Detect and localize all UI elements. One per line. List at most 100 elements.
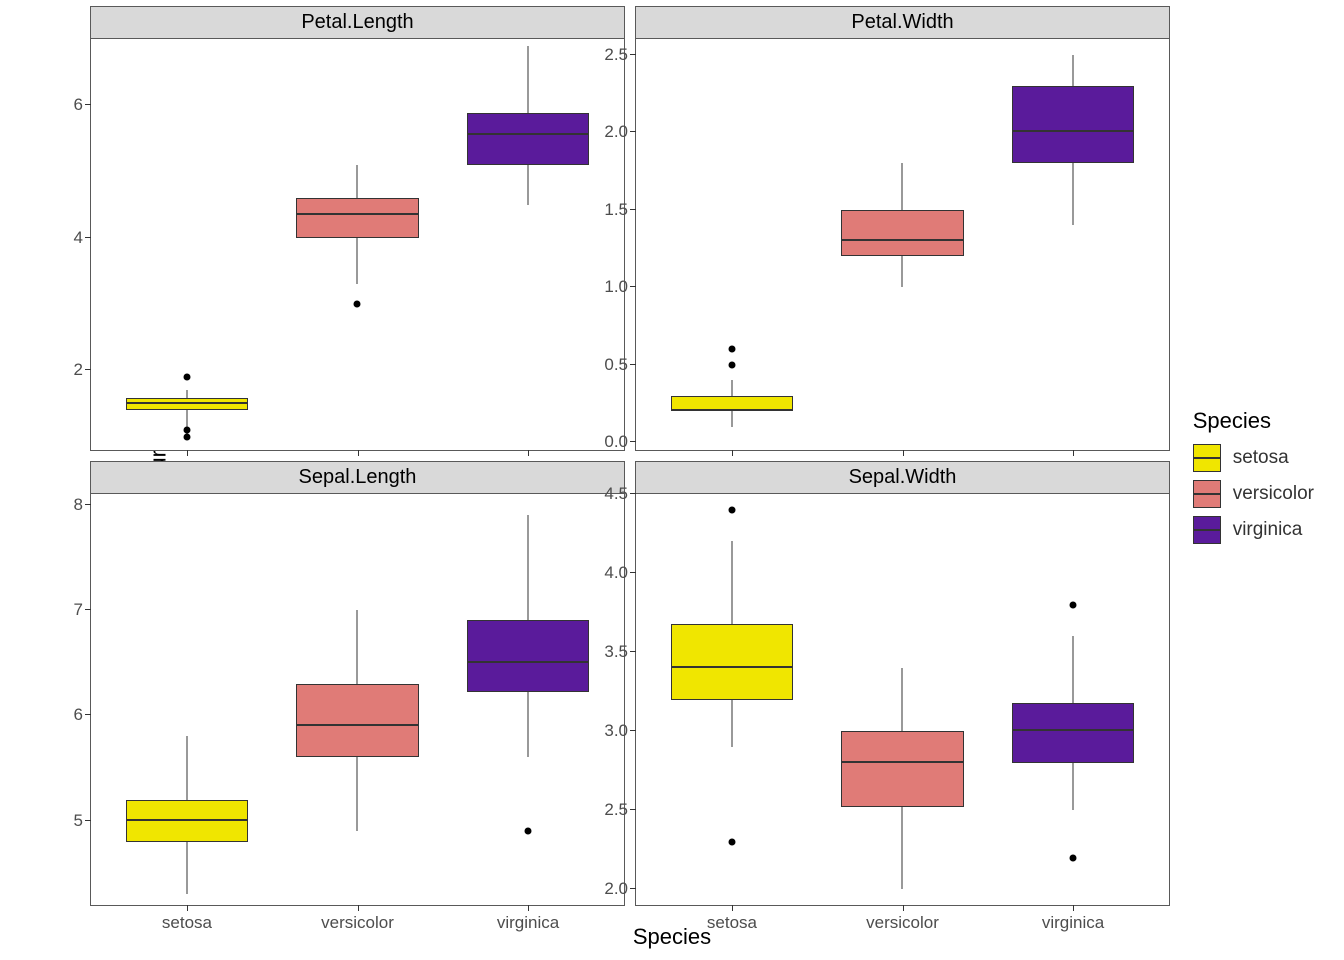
median-line xyxy=(1012,130,1135,132)
y-tick-label: 2.0 xyxy=(604,879,636,899)
median-line xyxy=(126,402,249,404)
boxplot xyxy=(296,39,419,450)
legend-label: setosa xyxy=(1233,447,1289,469)
y-tick-label: 2.5 xyxy=(604,800,636,820)
y-tick-label: 3.0 xyxy=(604,721,636,741)
outlier-point xyxy=(1070,601,1077,608)
box xyxy=(467,620,590,692)
box xyxy=(126,398,249,410)
y-tick-label: 0.0 xyxy=(604,432,636,452)
legend-label: virginica xyxy=(1233,519,1303,541)
panel: Petal.Width0.00.51.01.52.02.5 xyxy=(635,6,1170,451)
boxplot xyxy=(841,494,964,905)
boxplot xyxy=(467,39,590,450)
x-tick xyxy=(1073,905,1074,911)
y-tick-label: 2.0 xyxy=(604,122,636,142)
median-line xyxy=(467,133,590,135)
panel: Petal.Length246 xyxy=(90,6,625,451)
panel: Sepal.Width2.02.53.03.54.04.5setosaversi… xyxy=(635,461,1170,906)
y-tick-label: 8 xyxy=(74,495,91,515)
outlier-point xyxy=(728,506,735,513)
legend-items: setosa versicolor virginica xyxy=(1193,444,1314,544)
legend-swatch xyxy=(1193,444,1221,472)
boxplot xyxy=(841,39,964,450)
box xyxy=(1012,86,1135,164)
median-line xyxy=(296,213,419,215)
x-tick xyxy=(903,905,904,911)
panel: Sepal.Length5678setosaversicolorvirginic… xyxy=(90,461,625,906)
figure: Floral part measurement (mm) Species Pet… xyxy=(0,0,1344,960)
x-tick-label: virginica xyxy=(497,913,559,933)
outlier-point xyxy=(354,301,361,308)
box xyxy=(671,624,794,700)
boxplot xyxy=(671,39,794,450)
outlier-point xyxy=(183,427,190,434)
x-tick-label: setosa xyxy=(707,913,757,933)
y-tick-label: 4 xyxy=(74,228,91,248)
legend-label: versicolor xyxy=(1233,483,1314,505)
x-tick xyxy=(358,450,359,456)
box xyxy=(1012,703,1135,763)
x-tick xyxy=(1073,450,1074,456)
x-axis-label: Species xyxy=(633,924,711,950)
box xyxy=(841,210,964,257)
legend-swatch xyxy=(1193,480,1221,508)
facet-strip: Petal.Width xyxy=(636,7,1169,39)
y-tick-label: 3.5 xyxy=(604,642,636,662)
facet-strip: Sepal.Length xyxy=(91,462,624,494)
box xyxy=(126,800,249,842)
y-tick-label: 0.5 xyxy=(604,355,636,375)
x-tick-label: setosa xyxy=(162,913,212,933)
boxplot xyxy=(467,494,590,905)
outlier-point xyxy=(728,838,735,845)
median-line xyxy=(841,761,964,763)
x-tick xyxy=(732,905,733,911)
x-tick xyxy=(187,450,188,456)
x-tick-label: versicolor xyxy=(866,913,939,933)
plot-area: 2.02.53.03.54.04.5setosaversicolorvirgin… xyxy=(636,494,1169,905)
y-tick-label: 4.0 xyxy=(604,563,636,583)
box xyxy=(841,731,964,807)
legend: Species setosaversicolorvirginica xyxy=(1193,408,1314,552)
plot-area: 5678setosaversicolorvirginica xyxy=(91,494,624,905)
boxplot xyxy=(1012,494,1135,905)
median-line xyxy=(671,409,794,411)
outlier-point xyxy=(183,433,190,440)
median-line xyxy=(841,239,964,241)
median-line xyxy=(671,666,794,668)
facet-strip: Sepal.Width xyxy=(636,462,1169,494)
x-tick xyxy=(903,450,904,456)
outlier-point xyxy=(525,828,532,835)
legend-swatch xyxy=(1193,516,1221,544)
boxplot xyxy=(1012,39,1135,450)
boxplot xyxy=(671,494,794,905)
y-tick-label: 7 xyxy=(74,600,91,620)
median-line xyxy=(1012,729,1135,731)
y-tick-label: 6 xyxy=(74,95,91,115)
x-tick-label: virginica xyxy=(1042,913,1104,933)
plot-area: 246 xyxy=(91,39,624,450)
box xyxy=(296,198,419,238)
y-tick-label: 6 xyxy=(74,705,91,725)
plot-area: 0.00.51.01.52.02.5 xyxy=(636,39,1169,450)
median-line xyxy=(296,724,419,726)
y-tick-label: 5 xyxy=(74,811,91,831)
median-line xyxy=(126,819,249,821)
y-tick-label: 1.0 xyxy=(604,277,636,297)
x-tick-label: versicolor xyxy=(321,913,394,933)
legend-item: versicolor xyxy=(1193,480,1314,508)
facet-grid: Petal.Length246Petal.Width0.00.51.01.52.… xyxy=(90,6,1170,906)
y-tick-label: 2.5 xyxy=(604,45,636,65)
median-line xyxy=(467,661,590,663)
boxplot xyxy=(296,494,419,905)
outlier-point xyxy=(728,346,735,353)
boxplot xyxy=(126,39,249,450)
boxplot xyxy=(126,494,249,905)
box xyxy=(296,684,419,758)
y-tick-label: 2 xyxy=(74,360,91,380)
x-tick xyxy=(187,905,188,911)
x-tick xyxy=(732,450,733,456)
x-tick xyxy=(358,905,359,911)
legend-item: setosa xyxy=(1193,444,1314,472)
box xyxy=(467,113,590,165)
